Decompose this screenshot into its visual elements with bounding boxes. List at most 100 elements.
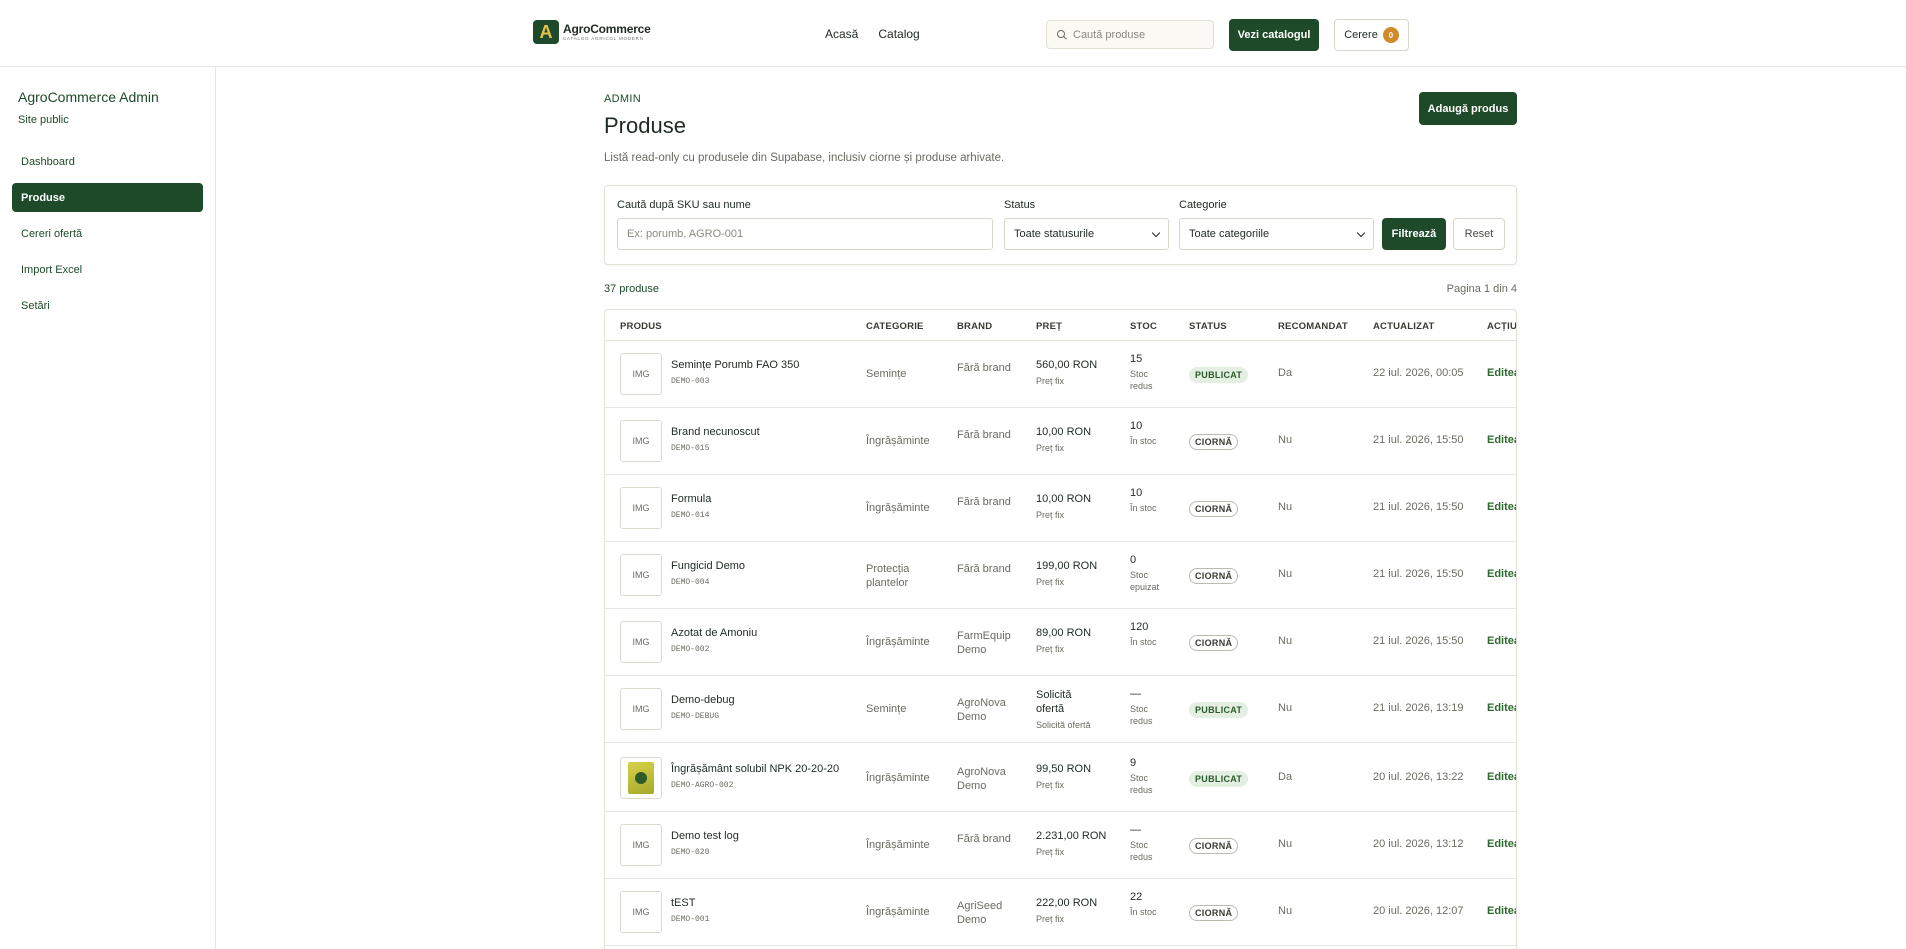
price-note: Preț fix bbox=[1036, 375, 1065, 386]
product-thumbnail[interactable]: IMG bbox=[620, 554, 662, 596]
updated-timestamp: 20 iul. 2026, 12:07 bbox=[1373, 905, 1464, 917]
edit-link[interactable]: Editează bbox=[1487, 702, 1516, 714]
header-search[interactable] bbox=[1046, 20, 1214, 49]
stock-cell: 10 În stoc bbox=[1130, 420, 1170, 448]
sidebar-item-produse[interactable]: Produse bbox=[12, 183, 203, 212]
stock-qty: 9 bbox=[1130, 757, 1137, 769]
price-cell: 89,00 RON Preț fix bbox=[1036, 627, 1116, 655]
product-sku: DEMO-004 bbox=[671, 578, 710, 587]
table-row[interactable]: IMG Semințe Porumb FAO 350 DEMO-003 Semi… bbox=[605, 341, 1516, 408]
product-category: Îngrășăminte bbox=[866, 435, 930, 447]
table-row[interactable]: IMG tEST DEMO-001 Îngrășăminte AgriSeed … bbox=[605, 879, 1516, 946]
column-header-recomandat[interactable]: RECOMANDAT bbox=[1278, 321, 1348, 332]
price-cell: 560,00 RON Preț fix bbox=[1036, 359, 1116, 387]
status-badge: CIORNĂ bbox=[1189, 905, 1239, 921]
stock-cell: 10 În stoc bbox=[1130, 487, 1170, 515]
page-eyebrow: ADMIN bbox=[604, 93, 641, 105]
product-cell: Fungicid Demo DEMO-004 bbox=[671, 560, 856, 587]
sku-name-search-input[interactable]: Ex: porumb, AGRO-001 bbox=[617, 218, 993, 250]
price-cell: Solicită ofertă Solicită ofertă bbox=[1036, 689, 1116, 731]
column-header-produs[interactable]: PRODUS bbox=[620, 321, 662, 332]
nav-link-acasa[interactable]: Acasă bbox=[825, 27, 858, 41]
add-product-button[interactable]: Adaugă produs bbox=[1419, 92, 1517, 125]
product-name[interactable]: Demo-debug bbox=[671, 694, 856, 706]
edit-link[interactable]: Editează bbox=[1487, 635, 1516, 647]
product-name[interactable]: tEST bbox=[671, 897, 856, 909]
public-site-link[interactable]: Site public bbox=[18, 114, 69, 126]
product-cell: Demo test log DEMO-020 bbox=[671, 830, 856, 857]
table-row[interactable]: Îngrășământ solubil NPK 20-20-20 DEMO-AG… bbox=[605, 745, 1516, 812]
product-thumbnail[interactable]: IMG bbox=[620, 824, 662, 866]
view-catalog-button[interactable]: Vezi catalogul bbox=[1229, 19, 1319, 51]
column-header-actiuni: ACȚIUNI bbox=[1487, 321, 1517, 332]
table-row[interactable]: IMG Brand necunoscut DEMO-015 Îngrășămin… bbox=[605, 408, 1516, 475]
reset-button[interactable]: Reset bbox=[1453, 218, 1505, 250]
sidebar-item-dashboard[interactable]: Dashboard bbox=[12, 147, 203, 176]
logo-mark-icon: A bbox=[533, 20, 559, 44]
updated-timestamp: 22 iul. 2026, 00:05 bbox=[1373, 367, 1464, 379]
table-row[interactable]: IMG Demo test log DEMO-020 Îngrășăminte … bbox=[605, 812, 1516, 879]
product-thumbnail[interactable]: IMG bbox=[620, 621, 662, 663]
product-thumbnail[interactable]: IMG bbox=[620, 420, 662, 462]
price-note: Preț fix bbox=[1036, 643, 1065, 654]
product-name[interactable]: Formula bbox=[671, 493, 856, 505]
logo[interactable]: A AgroCommerce CATALOG AGRICOL MODERN bbox=[533, 19, 651, 45]
column-header-brand[interactable]: BRAND bbox=[957, 321, 992, 332]
product-name[interactable]: Semințe Porumb FAO 350 bbox=[671, 359, 856, 371]
edit-link[interactable]: Editează bbox=[1487, 771, 1516, 783]
page-title: Produse bbox=[604, 113, 686, 138]
product-thumbnail[interactable]: IMG bbox=[620, 487, 662, 529]
thumb-placeholder: IMG bbox=[632, 637, 650, 647]
product-sku: DEMO-001 bbox=[671, 915, 710, 924]
product-thumbnail[interactable]: IMG bbox=[620, 688, 662, 730]
column-header-pret[interactable]: PREȚ bbox=[1036, 321, 1062, 332]
status-select[interactable]: Toate statusurile bbox=[1004, 218, 1169, 250]
column-header-status[interactable]: STATUS bbox=[1189, 321, 1227, 332]
product-name[interactable]: Azotat de Amoniu bbox=[671, 627, 856, 639]
column-header-actualizat[interactable]: ACTUALIZAT bbox=[1373, 321, 1434, 332]
product-name[interactable]: Demo test log bbox=[671, 830, 856, 842]
quote-request-button[interactable]: Cerere 0 bbox=[1334, 19, 1409, 51]
category-select[interactable]: Toate categoriile bbox=[1179, 218, 1374, 250]
product-cell: Azotat de Amoniu DEMO-002 bbox=[671, 627, 856, 654]
stock-note: Stoc redus bbox=[1130, 773, 1153, 795]
product-category: Protecția plantelor bbox=[866, 563, 910, 590]
stock-note: În stoc bbox=[1130, 637, 1157, 647]
product-name[interactable]: Brand necunoscut bbox=[671, 426, 856, 438]
product-thumbnail[interactable] bbox=[620, 757, 662, 799]
product-thumbnail[interactable]: IMG bbox=[620, 891, 662, 933]
column-header-categorie[interactable]: CATEGORIE bbox=[866, 321, 924, 332]
price-note: Preț fix bbox=[1036, 576, 1065, 587]
table-row[interactable]: IMG Formula DEMO-014 Îngrășăminte Fără b… bbox=[605, 475, 1516, 542]
edit-link[interactable]: Editează bbox=[1487, 501, 1516, 513]
edit-link[interactable]: Editează bbox=[1487, 367, 1516, 379]
edit-link[interactable]: Editează bbox=[1487, 838, 1516, 850]
filter-button[interactable]: Filtrează bbox=[1382, 218, 1446, 250]
sidebar-item-cereri-oferta[interactable]: Cereri ofertă bbox=[12, 219, 203, 248]
product-thumbnail[interactable]: IMG bbox=[620, 353, 662, 395]
edit-link[interactable]: Editează bbox=[1487, 905, 1516, 917]
edit-link[interactable]: Editează bbox=[1487, 568, 1516, 580]
product-sku: DEMO-AGRO-002 bbox=[671, 781, 734, 790]
table-row[interactable]: IMG Demo-debug DEMO-DEBUG Semințe AgroNo… bbox=[605, 676, 1516, 743]
price-note: Preț fix bbox=[1036, 779, 1065, 790]
product-name[interactable]: Fungicid Demo bbox=[671, 560, 856, 572]
nav-link-catalog[interactable]: Catalog bbox=[878, 27, 919, 41]
updated-timestamp: 20 iul. 2026, 13:12 bbox=[1373, 838, 1464, 850]
product-cell: Îngrășământ solubil NPK 20-20-20 DEMO-AG… bbox=[671, 763, 856, 790]
sidebar-item-import-excel[interactable]: Import Excel bbox=[12, 255, 203, 284]
stock-cell: 15 Stoc redus bbox=[1130, 353, 1170, 392]
stock-cell: 120 În stoc bbox=[1130, 621, 1170, 649]
header-search-input[interactable] bbox=[1073, 28, 1203, 41]
quote-count-badge: 0 bbox=[1382, 27, 1399, 43]
product-name[interactable]: Îngrășământ solubil NPK 20-20-20 bbox=[671, 763, 856, 775]
status-filter-label: Status bbox=[1004, 199, 1036, 211]
column-header-stoc[interactable]: STOC bbox=[1130, 321, 1157, 332]
recommended-value: Nu bbox=[1278, 434, 1293, 446]
edit-link[interactable]: Editează bbox=[1487, 434, 1516, 446]
product-price: 10,00 RON bbox=[1036, 426, 1092, 438]
sidebar-item-setari[interactable]: Setări bbox=[12, 291, 203, 320]
table-row[interactable]: IMG Fungicid Demo DEMO-004 Protecția pla… bbox=[605, 542, 1516, 609]
table-row[interactable]: IMG Azotat de Amoniu DEMO-002 Îngrășămin… bbox=[605, 609, 1516, 676]
product-brand: AgroNova Demo bbox=[957, 697, 1006, 724]
